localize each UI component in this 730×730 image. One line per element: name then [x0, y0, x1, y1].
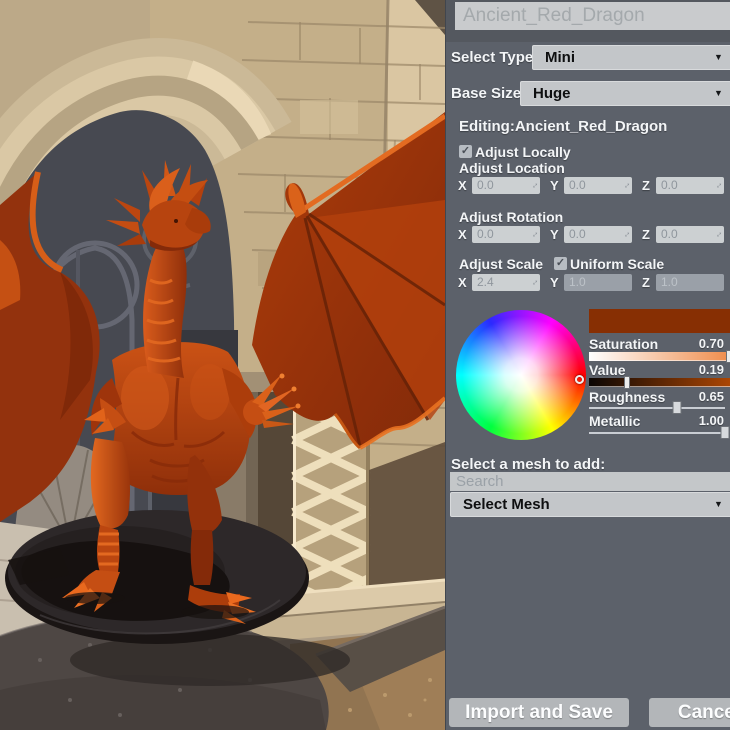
base-size-dropdown[interactable]: Huge [520, 81, 730, 106]
check-icon: ✓ [556, 257, 565, 269]
roughness-label: Roughness [589, 389, 665, 405]
drag-spinner-icon[interactable]: ↕ [530, 278, 540, 288]
select-type-dropdown[interactable]: Mini [532, 45, 730, 70]
saturation-slider[interactable] [589, 352, 730, 361]
location-x-field[interactable]: 0.0 ↕ [472, 177, 540, 194]
axis-z-label: Z [642, 275, 650, 290]
light-grade [0, 0, 445, 730]
saturation-value: 0.70 [674, 336, 724, 351]
metallic-value: 1.00 [674, 413, 724, 428]
scale-x-value: 2.4 [477, 275, 494, 289]
select-mesh-section-label: Select a mesh to add: [451, 456, 605, 473]
value-slider[interactable] [589, 378, 730, 387]
check-icon: ✓ [461, 145, 470, 157]
color-wheel-selector[interactable] [575, 375, 584, 384]
cancel-button[interactable]: Cancel [649, 698, 730, 727]
base-size-label: Base Size: [451, 85, 526, 102]
axis-y-label: Y [550, 227, 559, 242]
metallic-slider[interactable] [589, 432, 725, 434]
scale-z-value: 1.0 [661, 275, 678, 289]
axis-z-label: Z [642, 227, 650, 242]
color-wheel[interactable] [456, 310, 586, 440]
axis-y-label: Y [550, 275, 559, 290]
value-value: 0.19 [674, 362, 724, 377]
rotation-row: X 0.0 ↕ Y 0.0 ↕ Z 0.0 ↕ [446, 226, 730, 244]
axis-y-label: Y [550, 178, 559, 193]
scale-y-value: 1.0 [569, 275, 586, 289]
metallic-label: Metallic [589, 413, 640, 429]
metallic-slider-handle[interactable] [721, 426, 730, 439]
scene-render [0, 0, 445, 730]
adjust-locally-checkbox[interactable]: ✓ [459, 145, 472, 158]
rotation-z-value: 0.0 [661, 227, 678, 241]
location-z-field[interactable]: 0.0 ↕ [656, 177, 724, 194]
drag-spinner-icon[interactable]: ↕ [622, 230, 632, 240]
axis-x-label: X [458, 227, 467, 242]
mesh-search-input[interactable] [450, 472, 730, 491]
viewport-3d[interactable] [0, 0, 445, 730]
drag-spinner-icon[interactable]: ↕ [622, 181, 632, 191]
editing-label: Editing:Ancient_Red_Dragon [459, 118, 667, 135]
rotation-y-field[interactable]: 0.0 ↕ [564, 226, 632, 243]
axis-x-label: X [458, 275, 467, 290]
value-slider-handle[interactable] [624, 376, 630, 389]
select-type-label: Select Type: [451, 49, 538, 66]
drag-spinner-icon[interactable]: ↕ [530, 230, 540, 240]
location-y-value: 0.0 [569, 178, 586, 192]
adjust-rotation-label: Adjust Rotation [459, 209, 563, 225]
value-label: Value [589, 362, 626, 378]
axis-z-label: Z [642, 178, 650, 193]
rotation-x-value: 0.0 [477, 227, 494, 241]
import-and-save-button[interactable]: Import and Save [449, 698, 629, 727]
adjust-locally-label: Adjust Locally [475, 144, 571, 160]
location-row: X 0.0 ↕ Y 0.0 ↕ Z 0.0 ↕ [446, 177, 730, 195]
mini-editor-panel: Select Type: Mini ▼ Base Size: Huge ▼ Ed… [445, 0, 730, 730]
uniform-scale-label: Uniform Scale [570, 256, 664, 272]
rotation-y-value: 0.0 [569, 227, 586, 241]
saturation-label: Saturation [589, 336, 658, 352]
scale-z-field: 1.0 [656, 274, 724, 291]
drag-spinner-icon[interactable]: ↕ [530, 181, 540, 191]
select-mesh-dropdown[interactable]: Select Mesh [450, 492, 730, 517]
scale-row: X 2.4 ↕ Y 1.0 Z 1.0 [446, 274, 730, 292]
rotation-z-field[interactable]: 0.0 ↕ [656, 226, 724, 243]
roughness-slider[interactable] [589, 407, 725, 409]
rotation-x-field[interactable]: 0.0 ↕ [472, 226, 540, 243]
adjust-location-label: Adjust Location [459, 160, 565, 176]
drag-spinner-icon[interactable]: ↕ [714, 181, 724, 191]
axis-x-label: X [458, 178, 467, 193]
location-y-field[interactable]: 0.0 ↕ [564, 177, 632, 194]
location-z-value: 0.0 [661, 178, 678, 192]
scale-y-field: 1.0 [564, 274, 632, 291]
drag-spinner-icon[interactable]: ↕ [714, 230, 724, 240]
scale-x-field[interactable]: 2.4 ↕ [472, 274, 540, 291]
color-swatch [589, 309, 730, 333]
adjust-scale-label: Adjust Scale [459, 256, 543, 272]
saturation-slider-handle[interactable] [726, 350, 730, 363]
uniform-scale-checkbox[interactable]: ✓ [554, 257, 567, 270]
mini-name-input[interactable] [455, 2, 730, 30]
location-x-value: 0.0 [477, 178, 494, 192]
